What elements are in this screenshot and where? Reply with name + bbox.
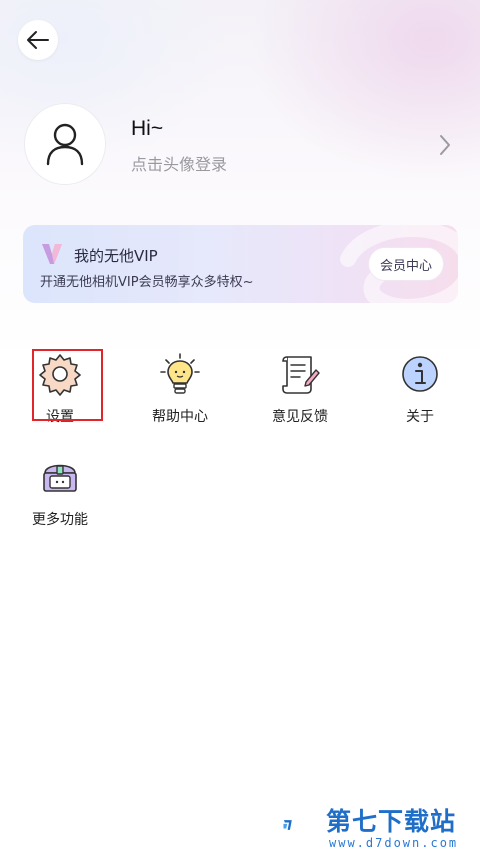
vip-logo-icon bbox=[42, 244, 62, 264]
menu-item-help-center[interactable]: 帮助中心 bbox=[135, 352, 225, 432]
menu-item-feedback[interactable]: 意见反馈 bbox=[255, 352, 345, 432]
greeting-text: Hi~ bbox=[131, 117, 164, 140]
menu-item-label: 意见反馈 bbox=[272, 409, 328, 425]
watermark-name: 第七下载站 bbox=[326, 807, 457, 836]
treasure-chest-icon bbox=[43, 464, 77, 492]
menu-item-label: 帮助中心 bbox=[152, 409, 208, 425]
menu-item-label: 更多功能 bbox=[32, 512, 88, 528]
feedback-scroll-icon bbox=[282, 356, 320, 394]
menu-item-label: 关于 bbox=[406, 409, 434, 425]
menu-item-about[interactable]: 关于 bbox=[375, 352, 465, 432]
chevron-right-icon[interactable] bbox=[436, 132, 454, 158]
back-button[interactable] bbox=[18, 20, 58, 60]
lightbulb-icon bbox=[160, 353, 200, 394]
watermark-url: www.d7down.com bbox=[329, 836, 459, 850]
info-icon bbox=[402, 356, 438, 392]
login-hint[interactable]: 点击头像登录 bbox=[131, 151, 227, 175]
vip-card[interactable]: 我的无他VIP 开通无他相机VIP会员畅享众多特权~ 会员中心 bbox=[23, 225, 458, 303]
vip-title: 我的无他VIP bbox=[74, 247, 158, 265]
watermark-logo-icon bbox=[283, 820, 292, 830]
arrow-left-icon bbox=[27, 31, 49, 49]
user-icon bbox=[46, 123, 84, 166]
member-center-button[interactable]: 会员中心 bbox=[368, 247, 444, 281]
highlight-box bbox=[32, 349, 103, 421]
menu-item-more-features[interactable]: 更多功能 bbox=[15, 455, 105, 535]
vip-subtitle: 开通无他相机VIP会员畅享众多特权~ bbox=[40, 275, 254, 290]
avatar[interactable] bbox=[24, 103, 106, 185]
